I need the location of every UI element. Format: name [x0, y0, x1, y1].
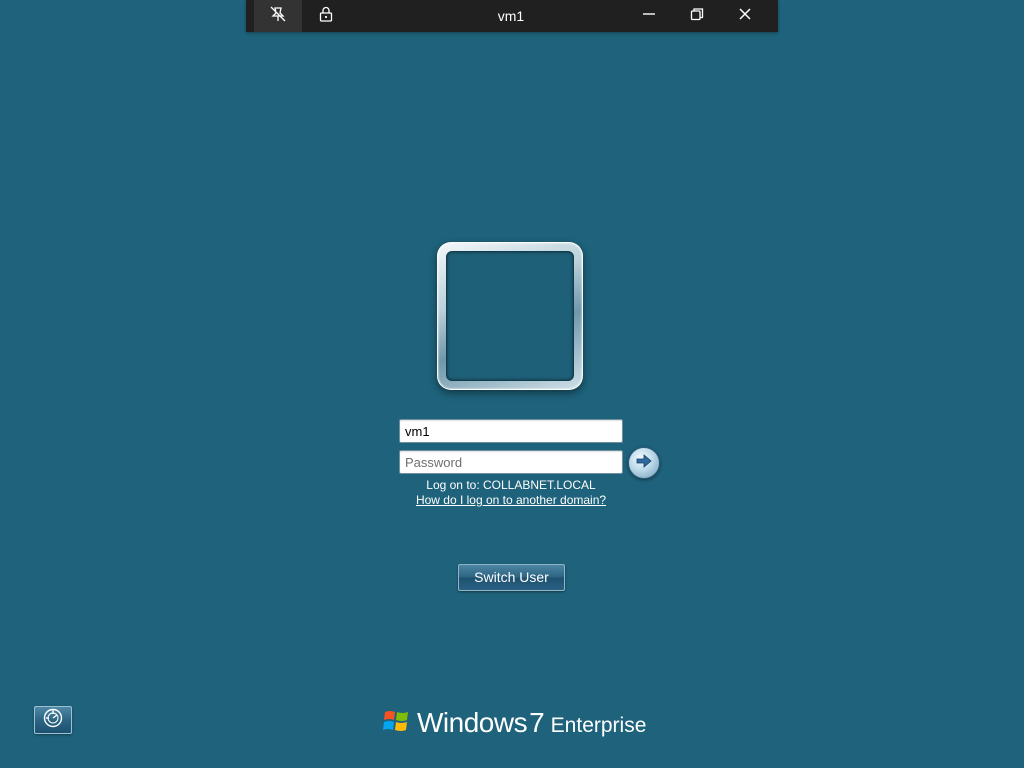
ease-of-access-icon [43, 708, 63, 733]
logon-screen: vm1 vm1 Log on to: COLLABNET.LOCAL How d… [0, 0, 1024, 768]
close-icon [738, 7, 752, 26]
another-domain-link[interactable]: How do I log on to another domain? [330, 493, 692, 508]
arrow-right-icon [635, 452, 653, 475]
unpin-icon [269, 5, 287, 28]
windows-logo-icon [383, 707, 411, 740]
restore-icon [690, 7, 704, 26]
minimize-button[interactable] [627, 0, 671, 32]
lock-button[interactable] [306, 0, 346, 32]
pin-button[interactable] [254, 0, 302, 32]
password-field[interactable] [399, 450, 623, 474]
windows-branding: Windows 7 Enterprise [383, 703, 646, 743]
log-on-to-domain: Log on to: COLLABNET.LOCAL [426, 478, 596, 492]
user-picture-frame [446, 251, 574, 381]
brand-windows: Windows [417, 707, 528, 738]
submit-button[interactable] [628, 447, 660, 479]
switch-user-button[interactable]: Switch User [458, 564, 565, 591]
minimize-icon [642, 7, 656, 26]
brand-version: 7 [529, 707, 545, 738]
ease-of-access-button[interactable] [34, 706, 72, 734]
username-field[interactable] [399, 419, 623, 443]
connection-title: vm1 [497, 8, 525, 24]
brand-edition: Enterprise [550, 714, 647, 737]
restore-button[interactable] [675, 0, 719, 32]
user-picture-tile [437, 242, 583, 390]
lock-icon [319, 6, 333, 27]
close-button[interactable] [723, 0, 767, 32]
connection-bar: vm1 [246, 0, 778, 32]
